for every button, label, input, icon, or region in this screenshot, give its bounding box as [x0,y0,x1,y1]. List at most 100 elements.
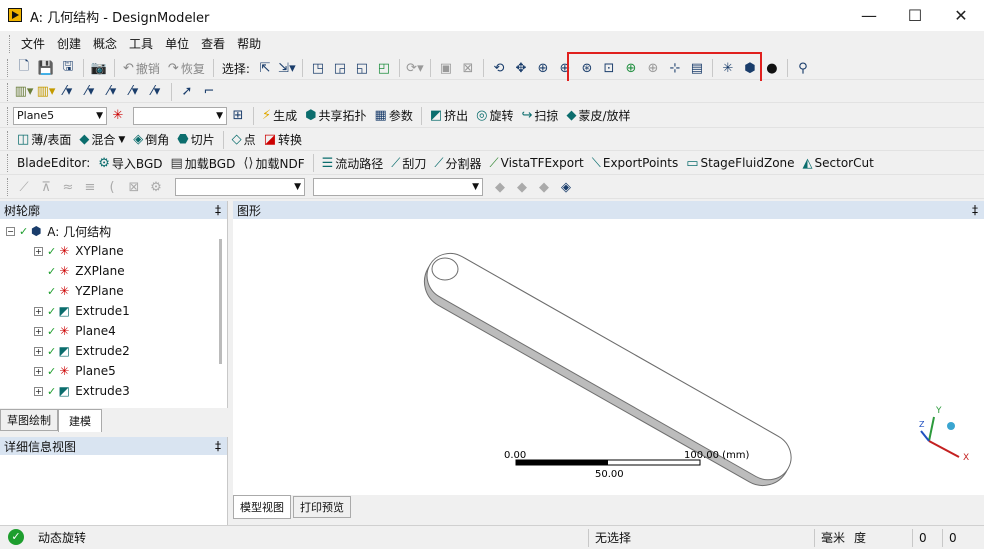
disabled-combo-2[interactable]: ▼ [313,178,483,196]
select-cursor-icon[interactable]: ⇱ [256,59,274,77]
save-icon[interactable]: 💾 [37,59,55,77]
rotate-icon[interactable]: ⟲ [490,59,508,77]
skin-loft-button[interactable]: ◆ 蒙皮/放样 [562,106,634,126]
select-edge-icon[interactable]: ◲ [331,59,349,77]
tree-item-xyplane[interactable]: + ✓ ✳ XYPlane [34,241,124,261]
constraint5-icon[interactable]: ( [103,178,121,196]
tab-sketching[interactable]: 草图绘制 [0,409,58,431]
disabled-tool1-icon[interactable]: ◆ [491,178,509,196]
import-bgd-button[interactable]: ⚙ 导入BGD [94,153,166,173]
extrude-button[interactable]: ◩ 挤出 [426,106,472,126]
pin-icon[interactable]: ‡ [215,203,221,217]
expand-icon[interactable]: + [34,246,43,256]
box-select-icon[interactable]: ▣ [437,59,455,77]
tree-item-extrude2[interactable]: + ✓ ◩ Extrude2 [34,341,130,361]
menu-create[interactable]: 创建 [51,33,87,55]
disabled-tool2-icon[interactable]: ◆ [513,178,531,196]
stage-fluid-zone-button[interactable]: ▭ StageFluidZone [682,153,798,173]
select-point-icon[interactable]: ◳ [309,59,327,77]
tree-item-yzplane[interactable]: ✓ ✳ YZPlane [47,281,124,301]
blade-button[interactable]: ⟋ 刮刀 [387,153,430,173]
display-point-icon[interactable]: ● [763,59,781,77]
collapse-icon[interactable]: − [6,226,15,236]
menu-concept[interactable]: 概念 [87,33,123,55]
expand-icon[interactable]: + [34,326,43,336]
tree-item-extrude3[interactable]: + ✓ ◩ Extrude3 [34,381,130,401]
maximize-button[interactable]: ☐ [892,0,938,31]
new-icon[interactable]: 🗋 [15,59,33,77]
chamfer-button[interactable]: ◈ 倒角 [129,130,173,150]
new-sketch-icon[interactable]: ⊞ [229,107,247,125]
tree-item-plane5[interactable]: + ✓ ✳ Plane5 [34,361,116,381]
tree-root[interactable]: − ✓ ⬢ A: 几何结构 [6,221,111,241]
menu-tools[interactable]: 工具 [123,33,159,55]
revolve-button[interactable]: ◎ 旋转 [472,106,517,126]
tab-model-view[interactable]: 模型视图 [233,495,291,519]
menu-view[interactable]: 查看 [195,33,231,55]
constraint7-icon[interactable]: ⚙ [147,178,165,196]
line-tool5-icon[interactable]: ⁄▾ [147,83,165,101]
point-button[interactable]: ◇ 点 [228,130,260,150]
menu-help[interactable]: 帮助 [231,33,267,55]
select-face-icon[interactable]: ◱ [353,59,371,77]
expand-icon[interactable]: + [34,346,43,356]
line-tool2-icon[interactable]: ⁄▾ [81,83,99,101]
menu-file[interactable]: 文件 [15,33,51,55]
line-tool4-icon[interactable]: ⁄▾ [125,83,143,101]
tree-item-extrude1[interactable]: + ✓ ◩ Extrude1 [34,301,130,321]
splitter-button[interactable]: ⟋ 分割器 [430,153,485,173]
redo-button[interactable]: ↷ 恢复 [164,58,209,78]
thin-surface-button[interactable]: ◫ 薄/表面 [13,130,75,150]
expand-icon[interactable]: + [34,366,43,376]
save-as-icon[interactable]: 🖫 [59,59,77,77]
load-bgd-button[interactable]: ▤ 加载BGD [166,153,239,173]
tab-modeling[interactable]: 建模 [58,408,102,432]
zoom-icon[interactable]: ⊕ [534,59,552,77]
tab-print-preview[interactable]: 打印预览 [293,496,351,518]
close-button[interactable]: ✕ [938,0,984,31]
select-body-icon[interactable]: ◰ [375,59,393,77]
constraint4-icon[interactable]: ≡ [81,178,99,196]
expand-icon[interactable]: + [34,386,43,396]
share-topology-button[interactable]: ⬢ 共享拓扑 [301,106,370,126]
tree-item-plane4[interactable]: + ✓ ✳ Plane4 [34,321,116,341]
parameters-button[interactable]: ▦ 参数 [371,106,417,126]
constraint3-icon[interactable]: ≈ [59,178,77,196]
style-icon[interactable]: ▥▾ [15,83,34,101]
new-plane-icon[interactable]: ✳ [109,107,127,125]
plane-select[interactable]: Plane5 ▼ [13,106,107,125]
undo-button[interactable]: ↶ 撤销 [119,58,164,78]
blend-button[interactable]: ◆ 混合 ▼ [75,130,129,150]
minimize-button[interactable]: — [846,0,892,31]
export-points-button[interactable]: ⟍ ExportPoints [588,153,682,173]
constraint1-icon[interactable]: ⟋ [15,178,33,196]
line-tool3-icon[interactable]: ⁄▾ [103,83,121,101]
tree-item-zxplane[interactable]: ✓ ✳ ZXPlane [47,261,125,281]
marker-icon[interactable]: ⌐ [200,83,218,101]
screenshot-icon[interactable]: 📷 [90,59,108,77]
tree-scrollbar[interactable] [219,239,222,364]
menu-units[interactable]: 单位 [159,33,195,55]
look-at-icon[interactable]: ⚲ [794,59,812,77]
vista-export-button[interactable]: ⟋ VistaTFExport [486,153,588,173]
sector-cut-button[interactable]: ◭ SectorCut [799,153,878,173]
line-tool-icon[interactable]: ⁄▾ [59,83,77,101]
sweep-button[interactable]: ↪ 扫掠 [518,106,563,126]
constraint6-icon[interactable]: ⊠ [125,178,143,196]
load-ndf-button[interactable]: ⟨⟩ 加载NDF [239,153,308,173]
pin-icon[interactable]: ‡ [972,203,978,217]
constraint2-icon[interactable]: ⊼ [37,178,55,196]
check-tool-icon[interactable]: ◈ [557,178,575,196]
pointer-icon[interactable]: ➚ [178,83,196,101]
expand-icon[interactable]: + [34,306,43,316]
pin-icon[interactable]: ‡ [215,439,221,453]
box-select2-icon[interactable]: ⊠ [459,59,477,77]
generate-button[interactable]: ⚡ 生成 [258,106,301,126]
sketch-select[interactable]: ▼ [133,106,227,125]
extend-select-icon[interactable]: ⟳▾ [406,59,424,77]
color-icon[interactable]: ▥▾ [37,83,56,101]
pan-icon[interactable]: ✥ [512,59,530,77]
disabled-combo-1[interactable]: ▼ [175,178,305,196]
viewport[interactable]: 0.00 100.00 (mm) 50.00 Y X Z [233,219,984,495]
select-mode-icon[interactable]: ⇲▾ [278,59,296,77]
